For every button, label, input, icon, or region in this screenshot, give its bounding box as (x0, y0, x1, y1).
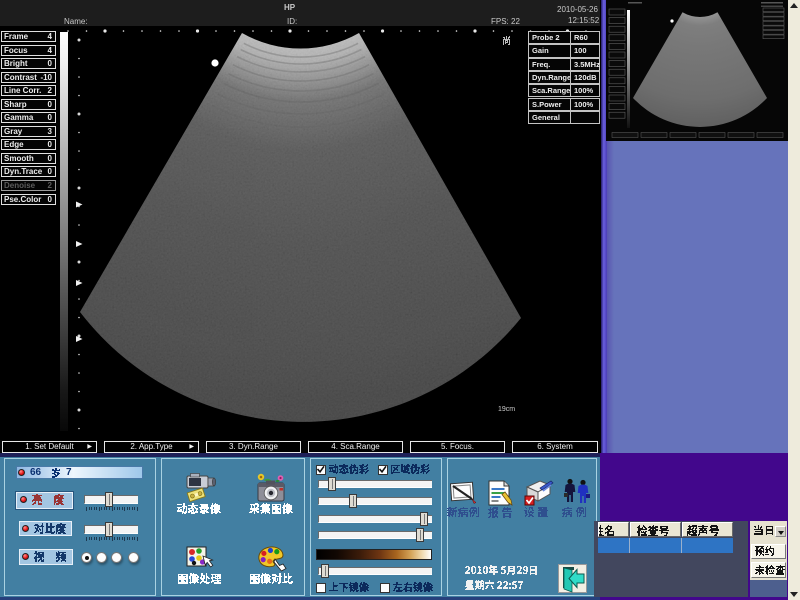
svg-text:19cm: 19cm (498, 406, 515, 413)
